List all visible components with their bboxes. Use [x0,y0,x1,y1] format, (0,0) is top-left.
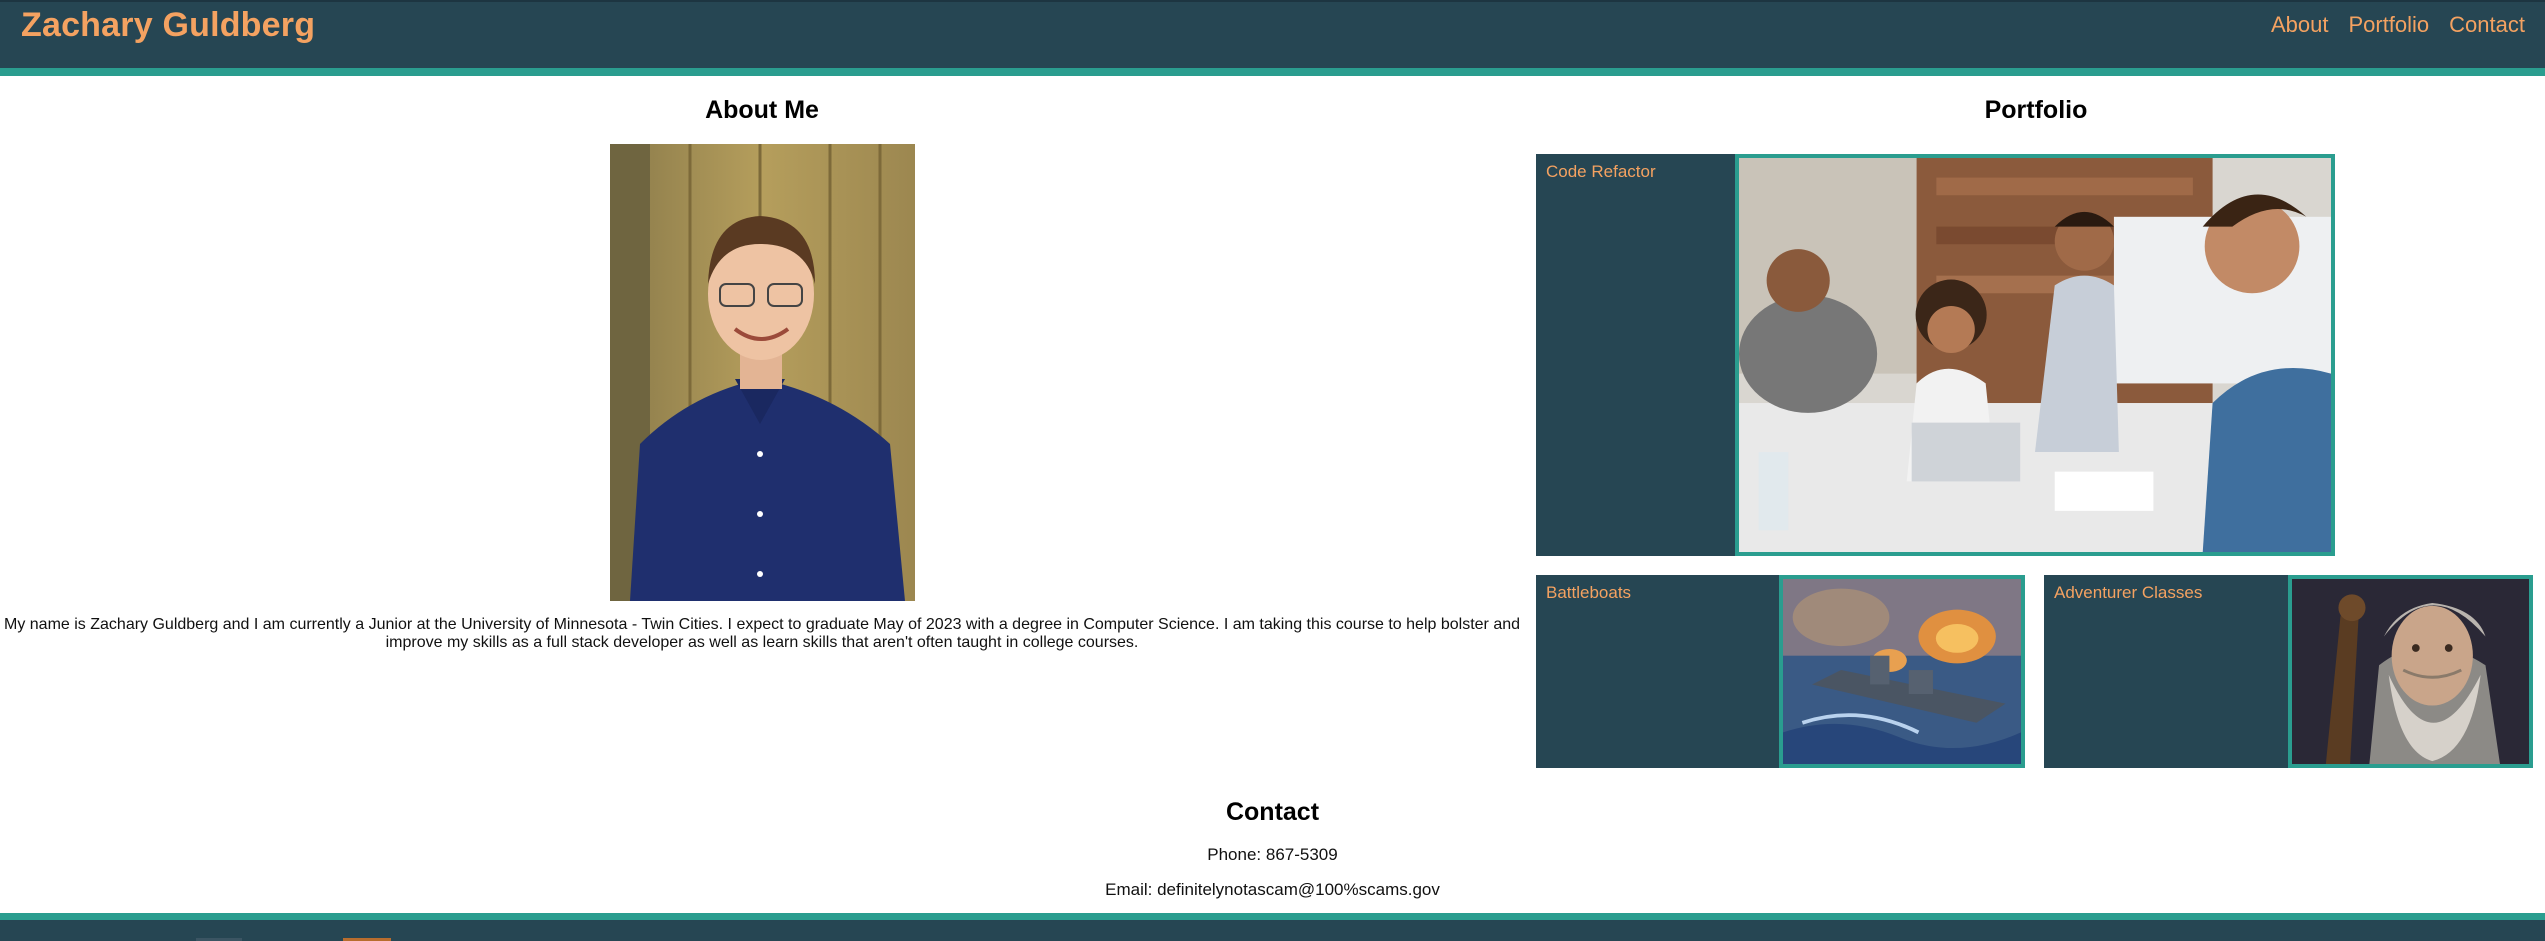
nav-link-about[interactable]: About [2271,12,2329,38]
portfolio-card-code-refactor[interactable]: Code Refactor [1536,154,2335,556]
portfolio-heading: Portfolio [1984,96,2088,124]
portfolio-card-label[interactable]: Code Refactor [1546,162,1656,182]
contact-phone: Phone: 867-5309 [1207,845,1338,864]
profile-photo [610,144,915,601]
portfolio-card-adventurer-classes[interactable]: Adventurer Classes [2044,575,2533,768]
portfolio-card-image[interactable] [1779,575,2025,768]
portfolio-card-battleboats[interactable]: Battleboats [1536,575,2025,768]
portfolio-card-image[interactable] [2288,575,2533,768]
contact-heading: Contact [1225,798,1320,826]
footer-accent-stripe [0,913,2545,920]
about-heading: About Me [705,96,819,124]
nav-link-contact[interactable]: Contact [2449,12,2525,38]
main-nav: About Portfolio Contact [2271,12,2545,38]
contact-email: Email: definitelynotascam@100%scams.gov [1105,880,1440,899]
header-accent-stripe [0,68,2545,76]
site-title[interactable]: Zachary Guldberg [21,6,315,45]
team-meeting-image [1739,158,2331,552]
nav-link-portfolio[interactable]: Portfolio [2348,12,2429,38]
portfolio-card-image[interactable] [1735,154,2335,556]
portfolio-card-label[interactable]: Adventurer Classes [2054,583,2202,603]
site-header: Zachary Guldberg About Portfolio Contact [0,0,2545,68]
about-paragraph: My name is Zachary Guldberg and I am cur… [4,616,1521,651]
wizard-portrait-image [2292,579,2529,764]
portfolio-card-label[interactable]: Battleboats [1546,583,1631,603]
profile-photo-image [610,144,915,601]
battleship-image [1783,579,2021,764]
